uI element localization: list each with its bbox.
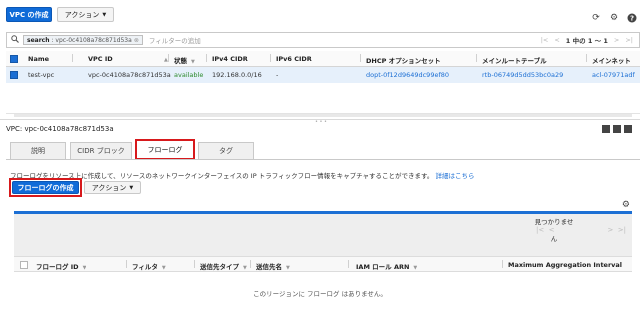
row-name: test-vpc [28, 71, 55, 79]
empty-state-message: このリージョンに フローログ はありません。 [253, 290, 387, 298]
tab-flow-logs[interactable]: フローログ [135, 139, 195, 160]
chevron-down-icon: ▼ [102, 11, 107, 18]
sort-icon[interactable]: ▲ [160, 55, 168, 63]
next-page-icon[interactable]: > >| [607, 226, 626, 234]
tab-tags[interactable]: タグ [198, 142, 254, 159]
column-max-aggregation-interval[interactable]: Maximum Aggregation Interval [508, 261, 622, 269]
row-vpc-id: vpc-0c4108a78c871d53a [88, 71, 171, 79]
flow-log-actions-button[interactable]: アクション ▼ [84, 181, 141, 194]
row-checkbox[interactable] [10, 71, 18, 79]
scrollbar-thumb[interactable] [14, 114, 632, 117]
create-vpc-button[interactable]: VPC の作成 [6, 7, 52, 22]
first-page-icon[interactable]: |< [541, 36, 549, 44]
column-state[interactable]: 状態 ▼ [174, 55, 195, 65]
top-toolbar: VPC の作成 アクション ▼ ⟳ ⚙ ? [0, 0, 640, 32]
layout-side-icon[interactable] [613, 125, 621, 133]
flow-log-actions-label: アクション [91, 183, 127, 192]
column-ipv6-cidr[interactable]: IPv6 CIDR [276, 55, 312, 63]
gear-icon[interactable]: ⚙ [622, 200, 630, 210]
prev-page-icon[interactable]: |< < [536, 226, 555, 234]
column-dhcp-options[interactable]: DHCP オプションセット [366, 55, 441, 65]
pagination: |< < 1 中の 1 ～ 1 > >| [541, 33, 633, 47]
select-all-checkbox[interactable] [10, 55, 18, 63]
drag-handle-icon[interactable]: • • • [314, 119, 328, 125]
last-page-icon[interactable]: >| [625, 36, 633, 44]
tab-cidr-blocks[interactable]: CIDR ブロック [70, 142, 132, 159]
actions-button[interactable]: アクション ▼ [57, 7, 114, 22]
tab-underline [6, 159, 640, 160]
detail-title: VPC: vpc-0c4108a78c871d53a [6, 125, 114, 133]
layout-bottom-icon[interactable] [602, 125, 610, 133]
column-destination-type[interactable]: 送信先タイプ ▼ [200, 261, 247, 271]
learn-more-link[interactable]: 詳細はこちら [435, 172, 474, 180]
next-page-icon[interactable]: > [614, 36, 619, 44]
create-flow-log-label: フローログの作成 [17, 183, 74, 192]
column-main-route-table[interactable]: メインルートテーブル [482, 55, 547, 65]
layout-full-icon[interactable] [624, 125, 632, 133]
gear-icon[interactable]: ⚙ [608, 12, 620, 24]
row-dhcp-link[interactable]: dopt-0f12d9649dc99ef80 [366, 71, 449, 79]
row-ipv4-cidr: 192.168.0.0/16 [212, 71, 262, 79]
prev-page-icon[interactable]: < [554, 36, 559, 44]
tab-description[interactable]: 説明 [10, 142, 66, 159]
row-state: available [174, 71, 204, 79]
column-name[interactable]: Name [28, 55, 49, 63]
flow-log-table-header: フローログ ID ▼ フィルタ ▼ 送信先タイプ ▼ 送信先名 ▼ IAM ロール AR… [14, 256, 632, 272]
table-row[interactable]: test-vpc vpc-0c4108a78c871d53a available… [6, 67, 640, 83]
search-input[interactable]: フィルターの追加 [149, 35, 201, 45]
create-flow-log-button[interactable]: フローログの作成 [12, 181, 79, 194]
help-icon[interactable]: ? [626, 12, 638, 24]
pager-text: 1 中の 1 ～ 1 [565, 37, 608, 45]
filter-chip[interactable]: search : vpc-0c4108a78c871d53a ⊗ [23, 35, 143, 45]
row-ipv6-cidr: - [276, 71, 279, 79]
filter-bar[interactable]: search : vpc-0c4108a78c871d53a ⊗ フィルターの追… [6, 32, 640, 48]
column-ipv4-cidr[interactable]: IPv4 CIDR [212, 55, 248, 63]
row-acl-link[interactable]: acl-07971adf [592, 71, 640, 79]
column-vpc-id[interactable]: VPC ID [88, 55, 113, 63]
row-route-table-link[interactable]: rtb-06749d5dd53bc0a29 [482, 71, 563, 79]
search-icon [11, 35, 19, 45]
column-flow-log-id[interactable]: フローログ ID ▼ [36, 261, 86, 271]
column-destination-name[interactable]: 送信先名 ▼ [256, 261, 290, 271]
filter-chip-key: search [27, 36, 50, 44]
refresh-icon[interactable]: ⟳ [590, 12, 602, 24]
actions-label: アクション [64, 10, 100, 19]
column-filter[interactable]: フィルタ ▼ [132, 261, 166, 271]
column-iam-role-arn[interactable]: IAM ロール ARN ▼ [356, 261, 417, 271]
svg-text:?: ? [630, 15, 634, 23]
flow-select-all-checkbox[interactable] [20, 261, 28, 269]
close-icon[interactable]: ⊗ [134, 37, 139, 44]
layout-toggle-group [602, 125, 632, 133]
create-vpc-label: VPC の作成 [9, 10, 49, 19]
filter-chip-value: : vpc-0c4108a78c871d53a [51, 36, 132, 44]
column-main-network-acl[interactable]: メインネット [592, 55, 640, 65]
chevron-down-icon: ▼ [129, 184, 134, 191]
vpc-table-header: Name VPC ID ▲ 状態 ▼ IPv4 CIDR IPv6 CIDR DH… [6, 51, 640, 67]
